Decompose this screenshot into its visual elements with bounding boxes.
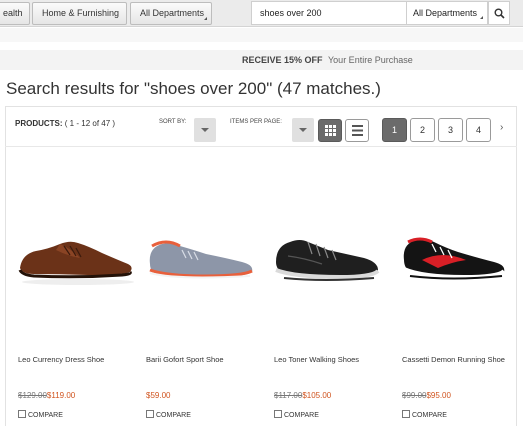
product-price: $117.00$105.00 xyxy=(274,391,331,400)
sort-by-label: SORT BY: xyxy=(159,119,187,125)
product-old-price: $117.00 xyxy=(274,391,303,400)
compare-label: COMPARE xyxy=(28,412,63,419)
sort-by-dropdown[interactable] xyxy=(194,118,216,142)
corner-caret-icon xyxy=(480,16,483,19)
page-button-2[interactable]: 2 xyxy=(410,118,435,142)
tab-health-label: ealth xyxy=(3,8,23,18)
search-input-value: shoes over 200 xyxy=(260,8,322,18)
chevron-down-icon xyxy=(299,128,307,132)
grid-view-button[interactable] xyxy=(318,119,342,142)
tab-home-furnishing[interactable]: Home & Furnishing xyxy=(32,2,127,25)
tab-all-departments-label: All Departments xyxy=(140,8,205,18)
product-name[interactable]: Cassetti Demon Running Shoe xyxy=(402,355,505,364)
list-view-button[interactable] xyxy=(345,119,369,142)
compare-label: COMPARE xyxy=(284,412,319,419)
page-button-3[interactable]: 3 xyxy=(438,118,463,142)
items-per-page-dropdown[interactable] xyxy=(292,118,314,142)
product-new-price: $59.00 xyxy=(146,391,171,400)
product-name[interactable]: Leo Currency Dress Shoe xyxy=(18,355,104,364)
compare-label: COMPARE xyxy=(156,412,191,419)
tab-home-furnishing-label: Home & Furnishing xyxy=(42,8,120,18)
product-card[interactable]: Leo Toner Walking Shoes $117.00$105.00 C… xyxy=(274,170,400,426)
top-navigation-bar: ealth Home & Furnishing All Departments … xyxy=(0,0,523,27)
checkbox-icon xyxy=(402,410,410,418)
products-count: PRODUCTS: ( 1 - 12 of 47 ) xyxy=(15,119,115,128)
compare-checkbox[interactable]: COMPARE xyxy=(274,410,319,419)
compare-checkbox[interactable]: COMPARE xyxy=(18,410,63,419)
tab-all-departments[interactable]: All Departments xyxy=(130,2,212,25)
product-new-price: $119.00 xyxy=(46,391,76,400)
corner-caret-icon xyxy=(204,17,207,20)
product-old-price: $99.00 xyxy=(402,391,427,400)
product-card[interactable]: Leo Currency Dress Shoe $129.00$119.00 C… xyxy=(18,170,144,426)
products-range: ( 1 - 12 of 47 ) xyxy=(64,119,116,128)
page-title: Search results for "shoes over 200" (47 … xyxy=(6,79,381,98)
product-new-price: $95.00 xyxy=(426,391,451,400)
product-old-price: $129.00 xyxy=(18,391,47,400)
search-button[interactable] xyxy=(488,1,510,25)
checkbox-icon xyxy=(146,410,154,418)
products-label: PRODUCTS: xyxy=(15,119,63,128)
toolbar-divider xyxy=(5,146,517,147)
grey-sport-shoe-icon[interactable] xyxy=(146,220,266,295)
tab-health[interactable]: ealth xyxy=(0,2,30,25)
promo-text: Your Entire Purchase xyxy=(328,55,413,65)
product-price: $99.00$95.00 xyxy=(402,391,451,400)
search-input[interactable]: shoes over 200 xyxy=(251,1,407,25)
black-walking-shoe-icon[interactable] xyxy=(274,220,394,295)
search-icon xyxy=(494,8,505,19)
compare-checkbox[interactable]: COMPARE xyxy=(146,410,191,419)
product-card[interactable]: Cassetti Demon Running Shoe $99.00$95.00… xyxy=(402,170,523,426)
page-button-4[interactable]: 4 xyxy=(466,118,491,142)
promo-bold-text: RECEIVE 15% OFF xyxy=(242,55,323,65)
header-gap xyxy=(0,28,523,42)
checkbox-icon xyxy=(18,410,26,418)
promo-banner[interactable]: RECEIVE 15% OFF Your Entire Purchase xyxy=(0,50,523,70)
search-department-select[interactable]: All Departments xyxy=(406,1,488,25)
compare-checkbox[interactable]: COMPARE xyxy=(402,410,447,419)
product-card[interactable]: Barii Gofort Sport Shoe $59.00 COMPARE xyxy=(146,170,272,426)
list-icon xyxy=(352,125,363,136)
product-price: $129.00$119.00 xyxy=(18,391,75,400)
product-name[interactable]: Leo Toner Walking Shoes xyxy=(274,355,359,364)
grid-icon xyxy=(325,125,336,136)
next-page-icon[interactable]: › xyxy=(500,122,503,133)
compare-label: COMPARE xyxy=(412,412,447,419)
items-per-page-label: ITEMS PER PAGE: xyxy=(230,119,282,125)
chevron-down-icon xyxy=(201,128,209,132)
black-red-running-shoe-icon[interactable] xyxy=(402,220,522,295)
page-button-1[interactable]: 1 xyxy=(382,118,407,142)
brown-dress-shoe-icon[interactable] xyxy=(18,220,138,295)
checkbox-icon xyxy=(274,410,282,418)
product-new-price: $105.00 xyxy=(302,391,332,400)
search-department-value: All Departments xyxy=(413,8,478,18)
product-price: $59.00 xyxy=(146,391,170,400)
product-name[interactable]: Barii Gofort Sport Shoe xyxy=(146,355,224,364)
